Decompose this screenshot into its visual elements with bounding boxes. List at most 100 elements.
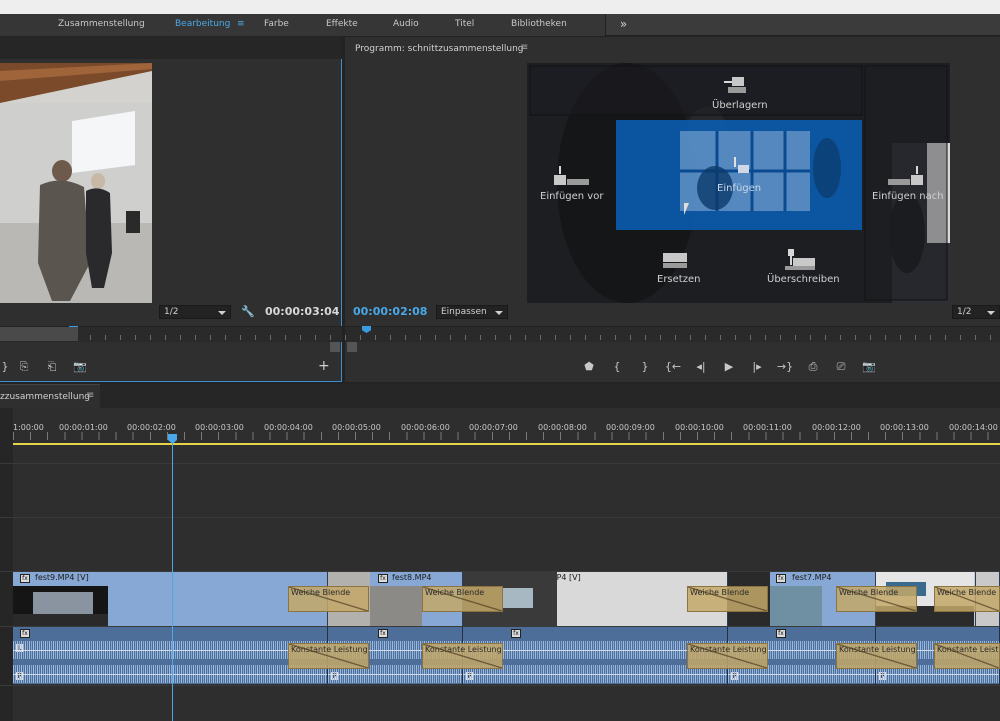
- program-panel-menu-icon[interactable]: ≡: [520, 42, 528, 53]
- play-icon[interactable]: ▶: [715, 358, 743, 376]
- source-monitor-tabbar: [0, 37, 342, 59]
- ruler-label: 00:00:10:00: [675, 423, 724, 432]
- insert-icon[interactable]: ⎘: [10, 358, 38, 376]
- audio-transition[interactable]: Konstante Leistung: [836, 643, 917, 669]
- ruler-label: 00:00:14:00: [949, 423, 998, 432]
- transition-label: Weiche Blende: [690, 588, 750, 597]
- program-monitor-title[interactable]: Programm: schnittzusammenstellung: [355, 44, 524, 54]
- program-playhead[interactable]: [362, 326, 371, 333]
- transition-label: Weiche Blende: [839, 588, 899, 597]
- workspace-tab-farbe[interactable]: Farbe: [264, 19, 289, 29]
- transition-label: Weiche Blende: [425, 588, 485, 597]
- workspace-overflow-button[interactable]: »: [605, 14, 641, 36]
- wrench-icon[interactable]: 🔧: [241, 305, 255, 318]
- fx-badge: fx: [20, 574, 30, 583]
- title-strip: [0, 0, 1000, 14]
- track-headers-strip: [0, 408, 13, 721]
- lift-icon[interactable]: ⎙: [799, 358, 827, 376]
- work-area-bar[interactable]: [13, 443, 1000, 445]
- workspace-tab-effekte[interactable]: Effekte: [326, 19, 358, 29]
- go-to-out-icon[interactable]: →}: [771, 358, 799, 376]
- source-video-frame[interactable]: [0, 63, 152, 303]
- program-fit-select[interactable]: Einpassen: [436, 305, 508, 319]
- audio-clip[interactable]: fx L R: [13, 627, 328, 684]
- video-transition[interactable]: Weiche Blende: [288, 586, 369, 612]
- transition-label: Konstante Leistung: [937, 645, 999, 654]
- workspace-tab-bibliotheken[interactable]: Bibliotheken: [511, 19, 567, 29]
- source-ruler-scroll[interactable]: [330, 342, 340, 352]
- audio-transition[interactable]: Konstante Leistung: [687, 643, 768, 669]
- source-video-image: [0, 63, 152, 303]
- step-back-icon[interactable]: ◂|: [687, 358, 715, 376]
- ruler-label: 00:00:04:00: [264, 423, 313, 432]
- fx-badge: fx: [511, 629, 521, 638]
- source-inout-range: [0, 327, 78, 341]
- overwrite-zone-icon: [785, 249, 817, 271]
- clip-thumbnail: [370, 586, 422, 626]
- video-transition[interactable]: Weiche Blende: [836, 586, 917, 612]
- ruler-label: 00:00:07:00: [469, 423, 518, 432]
- transition-label: Konstante Leistung: [839, 645, 916, 654]
- program-timecode[interactable]: 00:00:02:08: [353, 305, 427, 318]
- ruler-label: 00:00:09:00: [606, 423, 655, 432]
- fx-badge: fx: [378, 629, 388, 638]
- fx-badge: fx: [776, 629, 786, 638]
- clip-thumbnail: [770, 586, 822, 626]
- export-frame-icon[interactable]: 📷: [855, 358, 883, 376]
- ruler-label: 00:00:05:00: [332, 423, 381, 432]
- mark-out-icon[interactable]: }: [631, 358, 659, 376]
- overwrite-zone-label[interactable]: Überschreiben: [767, 274, 840, 285]
- audio-waveform-left: [13, 641, 327, 659]
- go-to-in-icon[interactable]: {←: [659, 358, 687, 376]
- video-transition[interactable]: Weiche Blende: [687, 586, 768, 612]
- video-transition[interactable]: Weiche Blende: [934, 586, 1000, 612]
- replace-zone-label[interactable]: Ersetzen: [657, 274, 700, 285]
- clip-name: fest9.MP4 [V]: [35, 573, 89, 582]
- source-button-row: } ⎘ ⎗ 📷: [0, 358, 94, 376]
- workspace-tab-audio[interactable]: Audio: [393, 19, 419, 29]
- ruler-label: 1:00:00: [13, 423, 44, 432]
- clip-name: fest8.MP4: [392, 573, 432, 582]
- timeline-sequence-tab[interactable]: zzusammenstellung: [0, 384, 100, 408]
- insert-before-zone-label[interactable]: Einfügen vor: [540, 191, 603, 202]
- add-marker-icon[interactable]: ⬟: [575, 358, 603, 376]
- program-ruler-scroll[interactable]: [347, 342, 357, 352]
- camera-icon[interactable]: 📷: [66, 358, 94, 376]
- overwrite-icon[interactable]: ⎗: [38, 358, 66, 376]
- track-divider: [0, 463, 1000, 464]
- workspace-menu-icon[interactable]: ≡: [237, 19, 245, 29]
- audio-transition[interactable]: Konstante Leistung: [422, 643, 503, 669]
- fx-badge: fx: [20, 629, 30, 638]
- ruler-label: 00:00:02:00: [127, 423, 176, 432]
- mark-in-icon[interactable]: {: [603, 358, 631, 376]
- insert-zone-icon: [731, 157, 751, 177]
- ruler-label: 00:00:03:00: [195, 423, 244, 432]
- program-video-frame[interactable]: Überlagern Einfügen vor Einfügen Einfüge…: [527, 63, 950, 303]
- source-zoom-select[interactable]: 1/2: [159, 305, 231, 319]
- audio-transition[interactable]: Konstante Leistung: [934, 643, 1000, 669]
- insert-zone-label[interactable]: Einfügen: [717, 183, 761, 194]
- transition-label: Konstante Leistung: [690, 645, 767, 654]
- source-timecode[interactable]: 00:00:03:04: [265, 305, 339, 318]
- timeline-playhead-line[interactable]: [172, 434, 173, 721]
- program-zoom-select[interactable]: 1/2: [952, 305, 1000, 319]
- step-forward-icon[interactable]: |▸: [743, 358, 771, 376]
- add-button[interactable]: +: [318, 358, 330, 374]
- workspace-tab-zusammenstellung[interactable]: Zusammenstellung: [58, 19, 145, 29]
- transition-label: Konstante Leistung: [425, 645, 502, 654]
- audio-transition[interactable]: Konstante Leistung: [288, 643, 369, 669]
- workspace-tab-bearbeitung[interactable]: Bearbeitung: [175, 19, 230, 29]
- program-time-ruler[interactable]: [345, 326, 1000, 342]
- extract-icon[interactable]: ⎚: [827, 358, 855, 376]
- overlay-zone-icon: [724, 77, 748, 93]
- overlay-zone-label[interactable]: Überlagern: [712, 100, 768, 111]
- mark-out-icon[interactable]: }: [0, 358, 10, 376]
- ruler-label: 00:00:13:00: [880, 423, 929, 432]
- video-clip-fest9[interactable]: fx fest9.MP4 [V]: [13, 572, 328, 626]
- clip-name: fest7.MP4: [792, 573, 832, 582]
- timeline-panel-menu-icon[interactable]: ≡: [86, 390, 94, 401]
- ruler-label: 00:00:06:00: [401, 423, 450, 432]
- workspace-tab-titel[interactable]: Titel: [455, 19, 474, 29]
- insert-after-zone-label[interactable]: Einfügen nach: [872, 191, 944, 202]
- video-transition[interactable]: Weiche Blende: [422, 586, 503, 612]
